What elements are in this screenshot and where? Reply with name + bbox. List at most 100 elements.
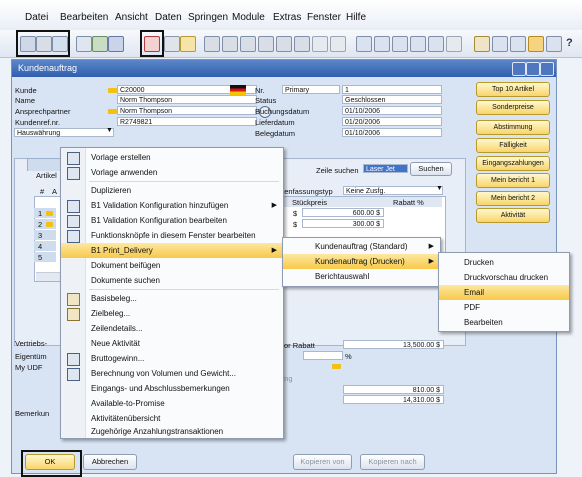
menu-daten[interactable]: Daten: [155, 12, 182, 23]
submenu-item-bearbeiten[interactable]: Bearbeiten: [439, 315, 569, 330]
mein-bericht-2-button[interactable]: Mein bericht 2: [476, 191, 550, 206]
help-icon[interactable]: ?: [566, 37, 573, 49]
print-preview-icon[interactable]: [20, 36, 36, 52]
link-arrow-icon[interactable]: [46, 220, 53, 229]
zusammenfassungstyp-select[interactable]: Keine Zusfg.: [343, 186, 443, 195]
print-icon[interactable]: [36, 36, 52, 52]
add-icon[interactable]: [222, 36, 238, 52]
lieferdatum-field[interactable]: 01/20/2006: [342, 117, 442, 126]
journal-icon[interactable]: [392, 36, 408, 52]
submenu-item-standard[interactable]: Kundenauftrag (Standard) ▶: [283, 239, 440, 254]
rabatt-percent-field[interactable]: [303, 351, 343, 360]
sonderpreise-button[interactable]: Sonderpreise: [476, 100, 550, 115]
chevron-down-icon[interactable]: ▼: [436, 185, 443, 192]
ansprechpartner-field[interactable]: Norm Thompson: [117, 106, 257, 115]
menu-item-volumen-gewicht[interactable]: Berechnung von Volumen und Gewicht...: [61, 366, 283, 381]
lock-icon[interactable]: [180, 36, 196, 52]
menu-hilfe[interactable]: Hilfe: [346, 12, 366, 23]
menu-ansicht[interactable]: Ansicht: [115, 12, 148, 23]
menu-item-dokumente-suchen[interactable]: Dokumente suchen: [61, 273, 283, 288]
buchungsdatum-field[interactable]: 01/10/2006: [342, 106, 442, 115]
menu-item-neue-aktivitaet[interactable]: Neue Aktivität: [61, 336, 283, 351]
submenu-item-drucken[interactable]: Kundenauftrag (Drucken) ▶: [283, 254, 440, 269]
name-field[interactable]: Norm Thompson: [117, 95, 257, 104]
find-icon[interactable]: [204, 36, 220, 52]
menu-item-bruttogewinn[interactable]: Bruttogewinn...: [61, 351, 283, 366]
submenu-item-pdf[interactable]: PDF: [439, 300, 569, 315]
menu-extras[interactable]: Extras: [273, 12, 301, 23]
menu-item-basisbeleg[interactable]: Basisbeleg...: [61, 291, 283, 306]
alert-icon[interactable]: [528, 36, 544, 52]
menu-item-vorlage-erstellen[interactable]: Vorlage erstellen: [61, 150, 283, 165]
link-arrow-icon[interactable]: [108, 107, 117, 116]
abbrechen-button[interactable]: Abbrechen: [83, 454, 137, 470]
email-icon[interactable]: [52, 36, 68, 52]
search-button[interactable]: Suchen: [410, 162, 452, 176]
tab-artikel[interactable]: [27, 158, 61, 171]
sort-icon[interactable]: [330, 36, 346, 52]
chart-icon[interactable]: [510, 36, 526, 52]
menu-item-bemerkungen[interactable]: Eingangs- und Abschlussbemerkungen: [61, 381, 283, 396]
minimize-icon[interactable]: [512, 62, 526, 76]
submenu-item-email[interactable]: Email: [439, 285, 569, 300]
pdf-icon[interactable]: [144, 36, 160, 52]
menu-datei[interactable]: Datei: [25, 12, 48, 23]
excel-icon[interactable]: [92, 36, 108, 52]
menu-bearbeiten[interactable]: Bearbeiten: [60, 12, 108, 23]
menu-item-b1-validation-hinzufuegen[interactable]: B1 Validation Konfiguration hinzufügen ▶: [61, 198, 283, 213]
search-input[interactable]: Laser Jet: [363, 164, 408, 173]
mein-bericht-1-button[interactable]: Mein bericht 1: [476, 173, 550, 188]
nr-series-field[interactable]: Primary: [282, 85, 340, 94]
target-document-icon[interactable]: [374, 36, 390, 52]
pen-icon[interactable]: [474, 36, 490, 52]
submenu-item-druckvorschau[interactable]: Druckvorschau drucken: [439, 270, 569, 285]
eingangszahlungen-button[interactable]: Eingangszahlungen: [476, 156, 550, 171]
kopieren-nach-button[interactable]: Kopieren nach: [360, 454, 425, 470]
kundenref-field[interactable]: R2749821: [117, 117, 257, 126]
gross-profit-icon[interactable]: [428, 36, 444, 52]
next-record-icon[interactable]: [276, 36, 292, 52]
menu-item-anzahlungstransaktionen[interactable]: Zugehörige Anzahlungstransaktionen: [61, 424, 283, 439]
navigate-icon[interactable]: [164, 36, 180, 52]
sms-icon[interactable]: [76, 36, 92, 52]
menu-item-available-to-promise[interactable]: Available-to-Promise: [61, 396, 283, 411]
menu-item-zeilendetails[interactable]: Zeilendetails...: [61, 321, 283, 336]
faelligkeit-button[interactable]: Fälligkeit: [476, 138, 550, 153]
chevron-down-icon[interactable]: ▼: [106, 127, 113, 134]
link-arrow-icon[interactable]: [108, 86, 117, 95]
menu-module[interactable]: Module: [232, 12, 265, 23]
currency-select[interactable]: Hauswährung: [14, 128, 114, 137]
menu-item-dokument-beifuegen[interactable]: Dokument beifügen: [61, 258, 283, 273]
submenu-item-drucken-print[interactable]: Drucken: [439, 255, 569, 270]
row-price[interactable]: 600.00 $: [302, 208, 384, 217]
first-record-icon[interactable]: [240, 36, 256, 52]
close-icon[interactable]: [540, 62, 554, 76]
row-price[interactable]: 300.00 $: [302, 219, 384, 228]
link-arrow-icon[interactable]: [332, 362, 341, 371]
belegdatum-field[interactable]: 01/10/2006: [342, 128, 442, 137]
last-record-icon[interactable]: [294, 36, 310, 52]
payment-icon[interactable]: [410, 36, 426, 52]
top-10-artikel-button[interactable]: Top 10 Artikel: [476, 82, 550, 97]
menu-item-zielbeleg[interactable]: Zielbeleg...: [61, 306, 283, 321]
calendar-icon[interactable]: [546, 36, 562, 52]
submenu-item-berichtauswahl[interactable]: Berichtauswahl: [283, 269, 440, 284]
ok-button[interactable]: OK: [25, 454, 75, 470]
link-arrow-icon[interactable]: [46, 209, 53, 218]
menu-item-vorlage-anwenden[interactable]: Vorlage anwenden: [61, 165, 283, 180]
menu-item-b1-validation-bearbeiten[interactable]: B1 Validation Konfiguration bearbeiten: [61, 213, 283, 228]
menu-item-funktionsknoepfe[interactable]: Funktionsknöpfe in diesem Fenster bearbe…: [61, 228, 283, 243]
maximize-icon[interactable]: [526, 62, 540, 76]
abstimmung-button[interactable]: Abstimmung: [476, 120, 550, 135]
nr-field[interactable]: 1: [342, 85, 442, 94]
kopieren-von-button[interactable]: Kopieren von: [293, 454, 352, 470]
filter-icon[interactable]: [312, 36, 328, 52]
menu-item-duplizieren[interactable]: Duplizieren: [61, 183, 283, 198]
word-icon[interactable]: [108, 36, 124, 52]
base-document-icon[interactable]: [356, 36, 372, 52]
aktivitaet-button[interactable]: Aktivität: [476, 208, 550, 223]
previous-record-icon[interactable]: [258, 36, 274, 52]
menu-springen[interactable]: Springen: [188, 12, 228, 23]
dimension-icon[interactable]: [446, 36, 462, 52]
menu-item-b1-print-delivery[interactable]: B1 Print_Delivery ▶: [61, 243, 283, 258]
